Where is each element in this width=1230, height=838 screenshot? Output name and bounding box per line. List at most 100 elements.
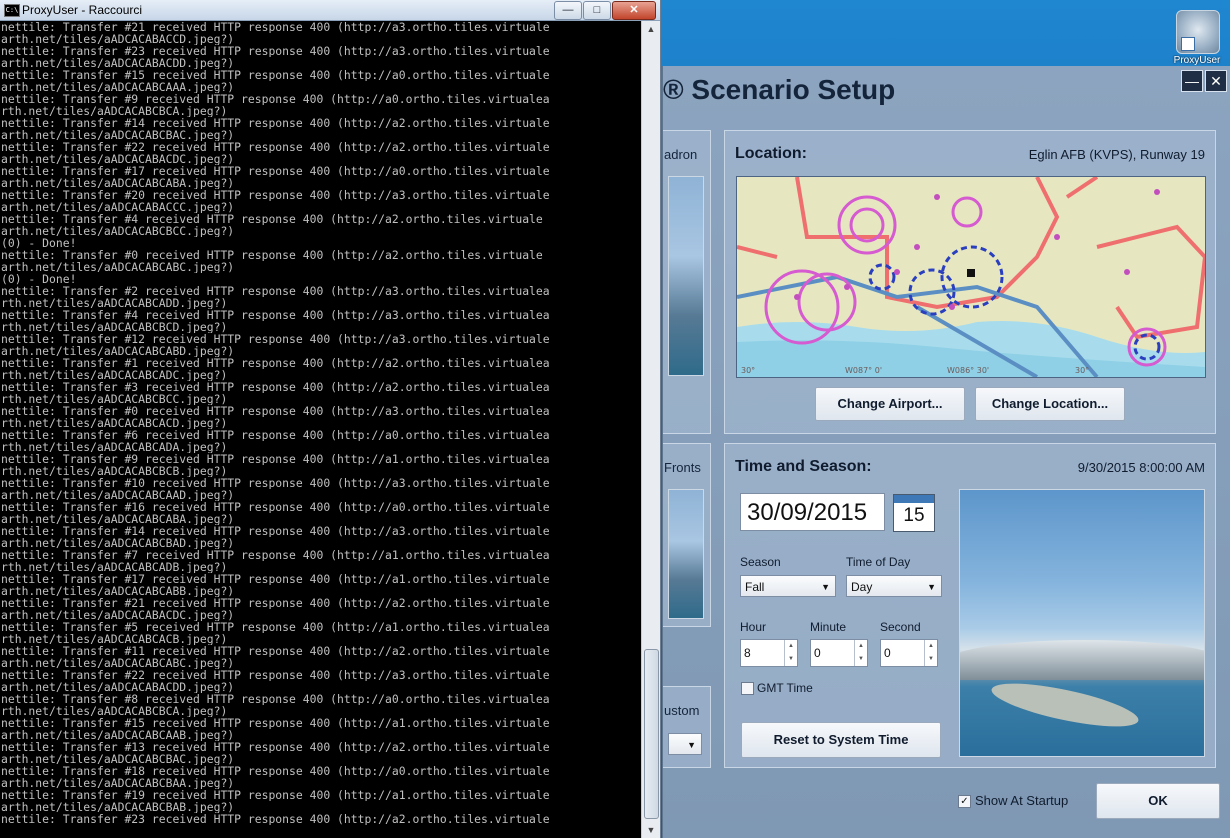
console-line: nettile: Transfer #4 received HTTP respo… xyxy=(1,213,543,225)
change-location-button[interactable]: Change Location... xyxy=(975,387,1125,421)
time-of-day-dropdown[interactable]: Day ▼ xyxy=(846,575,942,597)
console-minimize-button[interactable]: — xyxy=(554,1,582,20)
scroll-down-arrow-icon[interactable]: ▼ xyxy=(642,822,660,838)
minute-value: 0 xyxy=(814,646,821,660)
console-line: arth.net/tiles/aADCACABCBAD.jpeg?) xyxy=(1,537,235,549)
console-line: nettile: Transfer #9 received HTTP respo… xyxy=(1,93,550,105)
gmt-time-checkbox[interactable] xyxy=(741,682,754,695)
map-lon1-label: W087° 0' xyxy=(845,366,882,375)
console-line: nettile: Transfer #11 received HTTP resp… xyxy=(1,645,550,657)
console-line: arth.net/tiles/aADCACABCBCC.jpeg?) xyxy=(1,225,235,237)
console-line: nettile: Transfer #23 received HTTP resp… xyxy=(1,813,550,825)
console-line: nettile: Transfer #17 received HTTP resp… xyxy=(1,165,550,177)
weather-panel: Fronts xyxy=(663,443,711,627)
minute-stepper[interactable]: 0 ▲ ▼ xyxy=(810,639,868,667)
console-line: arth.net/tiles/aADCACABCABD.jpeg?) xyxy=(1,345,235,357)
time-season-panel: Time and Season: 9/30/2015 8:00:00 AM 30… xyxy=(724,443,1216,768)
hour-stepper[interactable]: 8 ▲ ▼ xyxy=(740,639,798,667)
scenario-minimize-button[interactable]: — xyxy=(1181,70,1203,92)
console-line: arth.net/tiles/aADCACABACCD.jpeg?) xyxy=(1,33,235,45)
console-line: (0) - Done! xyxy=(1,273,77,285)
console-line: rth.net/tiles/aADCACABCACB.jpeg?) xyxy=(1,633,228,645)
second-label: Second xyxy=(880,620,921,634)
location-map[interactable]: W087° 0' W086° 30' 30° 30° xyxy=(736,176,1206,378)
reset-to-system-time-button[interactable]: Reset to System Time xyxy=(741,722,941,758)
season-selected: Fall xyxy=(745,580,765,594)
map-lat1-label: 30° xyxy=(741,366,755,375)
console-line: arth.net/tiles/aADCACABACDD.jpeg?) xyxy=(1,57,235,69)
console-line: arth.net/tiles/aADCACABCAAB.jpeg?) xyxy=(1,729,235,741)
stepper-arrows-icon[interactable]: ▲ ▼ xyxy=(784,640,797,666)
console-line: nettile: Transfer #21 received HTTP resp… xyxy=(1,21,550,33)
second-stepper[interactable]: 0 ▲ ▼ xyxy=(880,639,938,667)
location-panel: Location: Eglin AFB (KVPS), Runway 19 W0… xyxy=(724,130,1216,434)
shortcut-gear-icon xyxy=(1176,10,1220,54)
console-line: arth.net/tiles/aADCACABACDD.jpeg?) xyxy=(1,681,235,693)
console-line: nettile: Transfer #15 received HTTP resp… xyxy=(1,69,550,81)
console-line: rth.net/tiles/aADCACABCBCC.jpeg?) xyxy=(1,393,228,405)
season-dropdown[interactable]: Fall ▼ xyxy=(740,575,836,597)
scrollbar-thumb[interactable] xyxy=(644,649,659,819)
season-preview-image xyxy=(959,489,1205,757)
console-line: rth.net/tiles/aADCACABCADB.jpeg?) xyxy=(1,561,228,573)
ok-button[interactable]: OK xyxy=(1096,783,1220,819)
squadron-panel: adron xyxy=(663,130,711,434)
console-window: C:\ ProxyUser - Raccourci — □ ✕ nettile:… xyxy=(0,0,661,838)
time-of-day-label: Time of Day xyxy=(846,555,911,569)
console-line: rth.net/tiles/aADCACABCADD.jpeg?) xyxy=(1,297,228,309)
console-line: nettile: Transfer #18 received HTTP resp… xyxy=(1,765,550,777)
console-line: arth.net/tiles/aADCACABCBAC.jpeg?) xyxy=(1,129,235,141)
change-airport-button[interactable]: Change Airport... xyxy=(815,387,965,421)
console-line: nettile: Transfer #15 received HTTP resp… xyxy=(1,717,550,729)
time-season-heading: Time and Season: xyxy=(735,458,872,475)
chevron-down-icon: ▼ xyxy=(687,740,696,750)
console-titlebar[interactable]: C:\ ProxyUser - Raccourci — □ ✕ xyxy=(0,0,660,21)
location-value: Eglin AFB (KVPS), Runway 19 xyxy=(1028,147,1205,162)
console-scrollbar[interactable]: ▲ ▼ xyxy=(641,21,660,838)
console-line: nettile: Transfer #0 received HTTP respo… xyxy=(1,405,550,417)
squadron-label-fragment: adron xyxy=(664,147,698,162)
time-of-day-selected: Day xyxy=(851,580,873,594)
show-at-startup-checkbox[interactable]: ✓ xyxy=(958,795,971,808)
season-label: Season xyxy=(740,555,781,569)
console-close-button[interactable]: ✕ xyxy=(612,1,656,20)
console-line: nettile: Transfer #19 received HTTP resp… xyxy=(1,789,550,801)
console-line: rth.net/tiles/aADCACABCBCA.jpeg?) xyxy=(1,105,228,117)
console-line: arth.net/tiles/aADCACABCBAB.jpeg?) xyxy=(1,801,235,813)
console-line: nettile: Transfer #13 received HTTP resp… xyxy=(1,741,550,753)
console-maximize-button[interactable]: □ xyxy=(583,1,611,20)
console-line: nettile: Transfer #9 received HTTP respo… xyxy=(1,453,550,465)
console-line: nettile: Transfer #22 received HTTP resp… xyxy=(1,669,550,681)
command-prompt-icon: C:\ xyxy=(4,4,20,17)
console-line: (0) - Done! xyxy=(1,237,77,249)
stepper-arrows-icon[interactable]: ▲ ▼ xyxy=(924,640,937,666)
scenario-close-button[interactable]: ✕ xyxy=(1205,70,1227,92)
stepper-arrows-icon[interactable]: ▲ ▼ xyxy=(854,640,867,666)
scroll-up-arrow-icon[interactable]: ▲ xyxy=(642,21,660,37)
console-line: arth.net/tiles/aADCACABCAAA.jpeg?) xyxy=(1,81,235,93)
gmt-time-label: GMT Time xyxy=(757,681,813,695)
console-line: nettile: Transfer #0 received HTTP respo… xyxy=(1,249,543,261)
scenario-window-title: ® Scenario Setup xyxy=(663,74,896,105)
console-line: rth.net/tiles/aADCACABCADA.jpeg?) xyxy=(1,441,228,453)
custom-dropdown[interactable]: ▼ xyxy=(668,733,702,755)
console-line: rth.net/tiles/aADCACABCADC.jpeg?) xyxy=(1,369,228,381)
calendar-icon[interactable]: 15 xyxy=(893,494,935,532)
date-field[interactable]: 30/09/2015 xyxy=(740,493,885,531)
scenario-setup-window: ® Scenario Setup — ✕ adron Fronts ustom … xyxy=(662,66,1230,838)
console-line: arth.net/tiles/aADCACABCABB.jpeg?) xyxy=(1,585,235,597)
console-line: nettile: Transfer #20 received HTTP resp… xyxy=(1,189,550,201)
console-line: nettile: Transfer #6 received HTTP respo… xyxy=(1,429,550,441)
console-output[interactable]: nettile: Transfer #21 received HTTP resp… xyxy=(0,21,641,838)
map-lon2-label: W086° 30' xyxy=(947,366,989,375)
custom-panel: ustom ▼ xyxy=(663,686,711,768)
desktop-shortcut-proxyuser[interactable]: ProxyUser xyxy=(1172,10,1222,66)
console-line: arth.net/tiles/aADCACABCABA.jpeg?) xyxy=(1,177,235,189)
console-line: nettile: Transfer #2 received HTTP respo… xyxy=(1,285,550,297)
console-line: nettile: Transfer #4 received HTTP respo… xyxy=(1,309,550,321)
console-line: arth.net/tiles/aADCACABCBAA.jpeg?) xyxy=(1,777,235,789)
show-at-startup-label: Show At Startup xyxy=(975,793,1069,808)
console-line: nettile: Transfer #8 received HTTP respo… xyxy=(1,693,550,705)
console-line: nettile: Transfer #23 received HTTP resp… xyxy=(1,45,550,57)
calendar-day: 15 xyxy=(903,505,925,526)
